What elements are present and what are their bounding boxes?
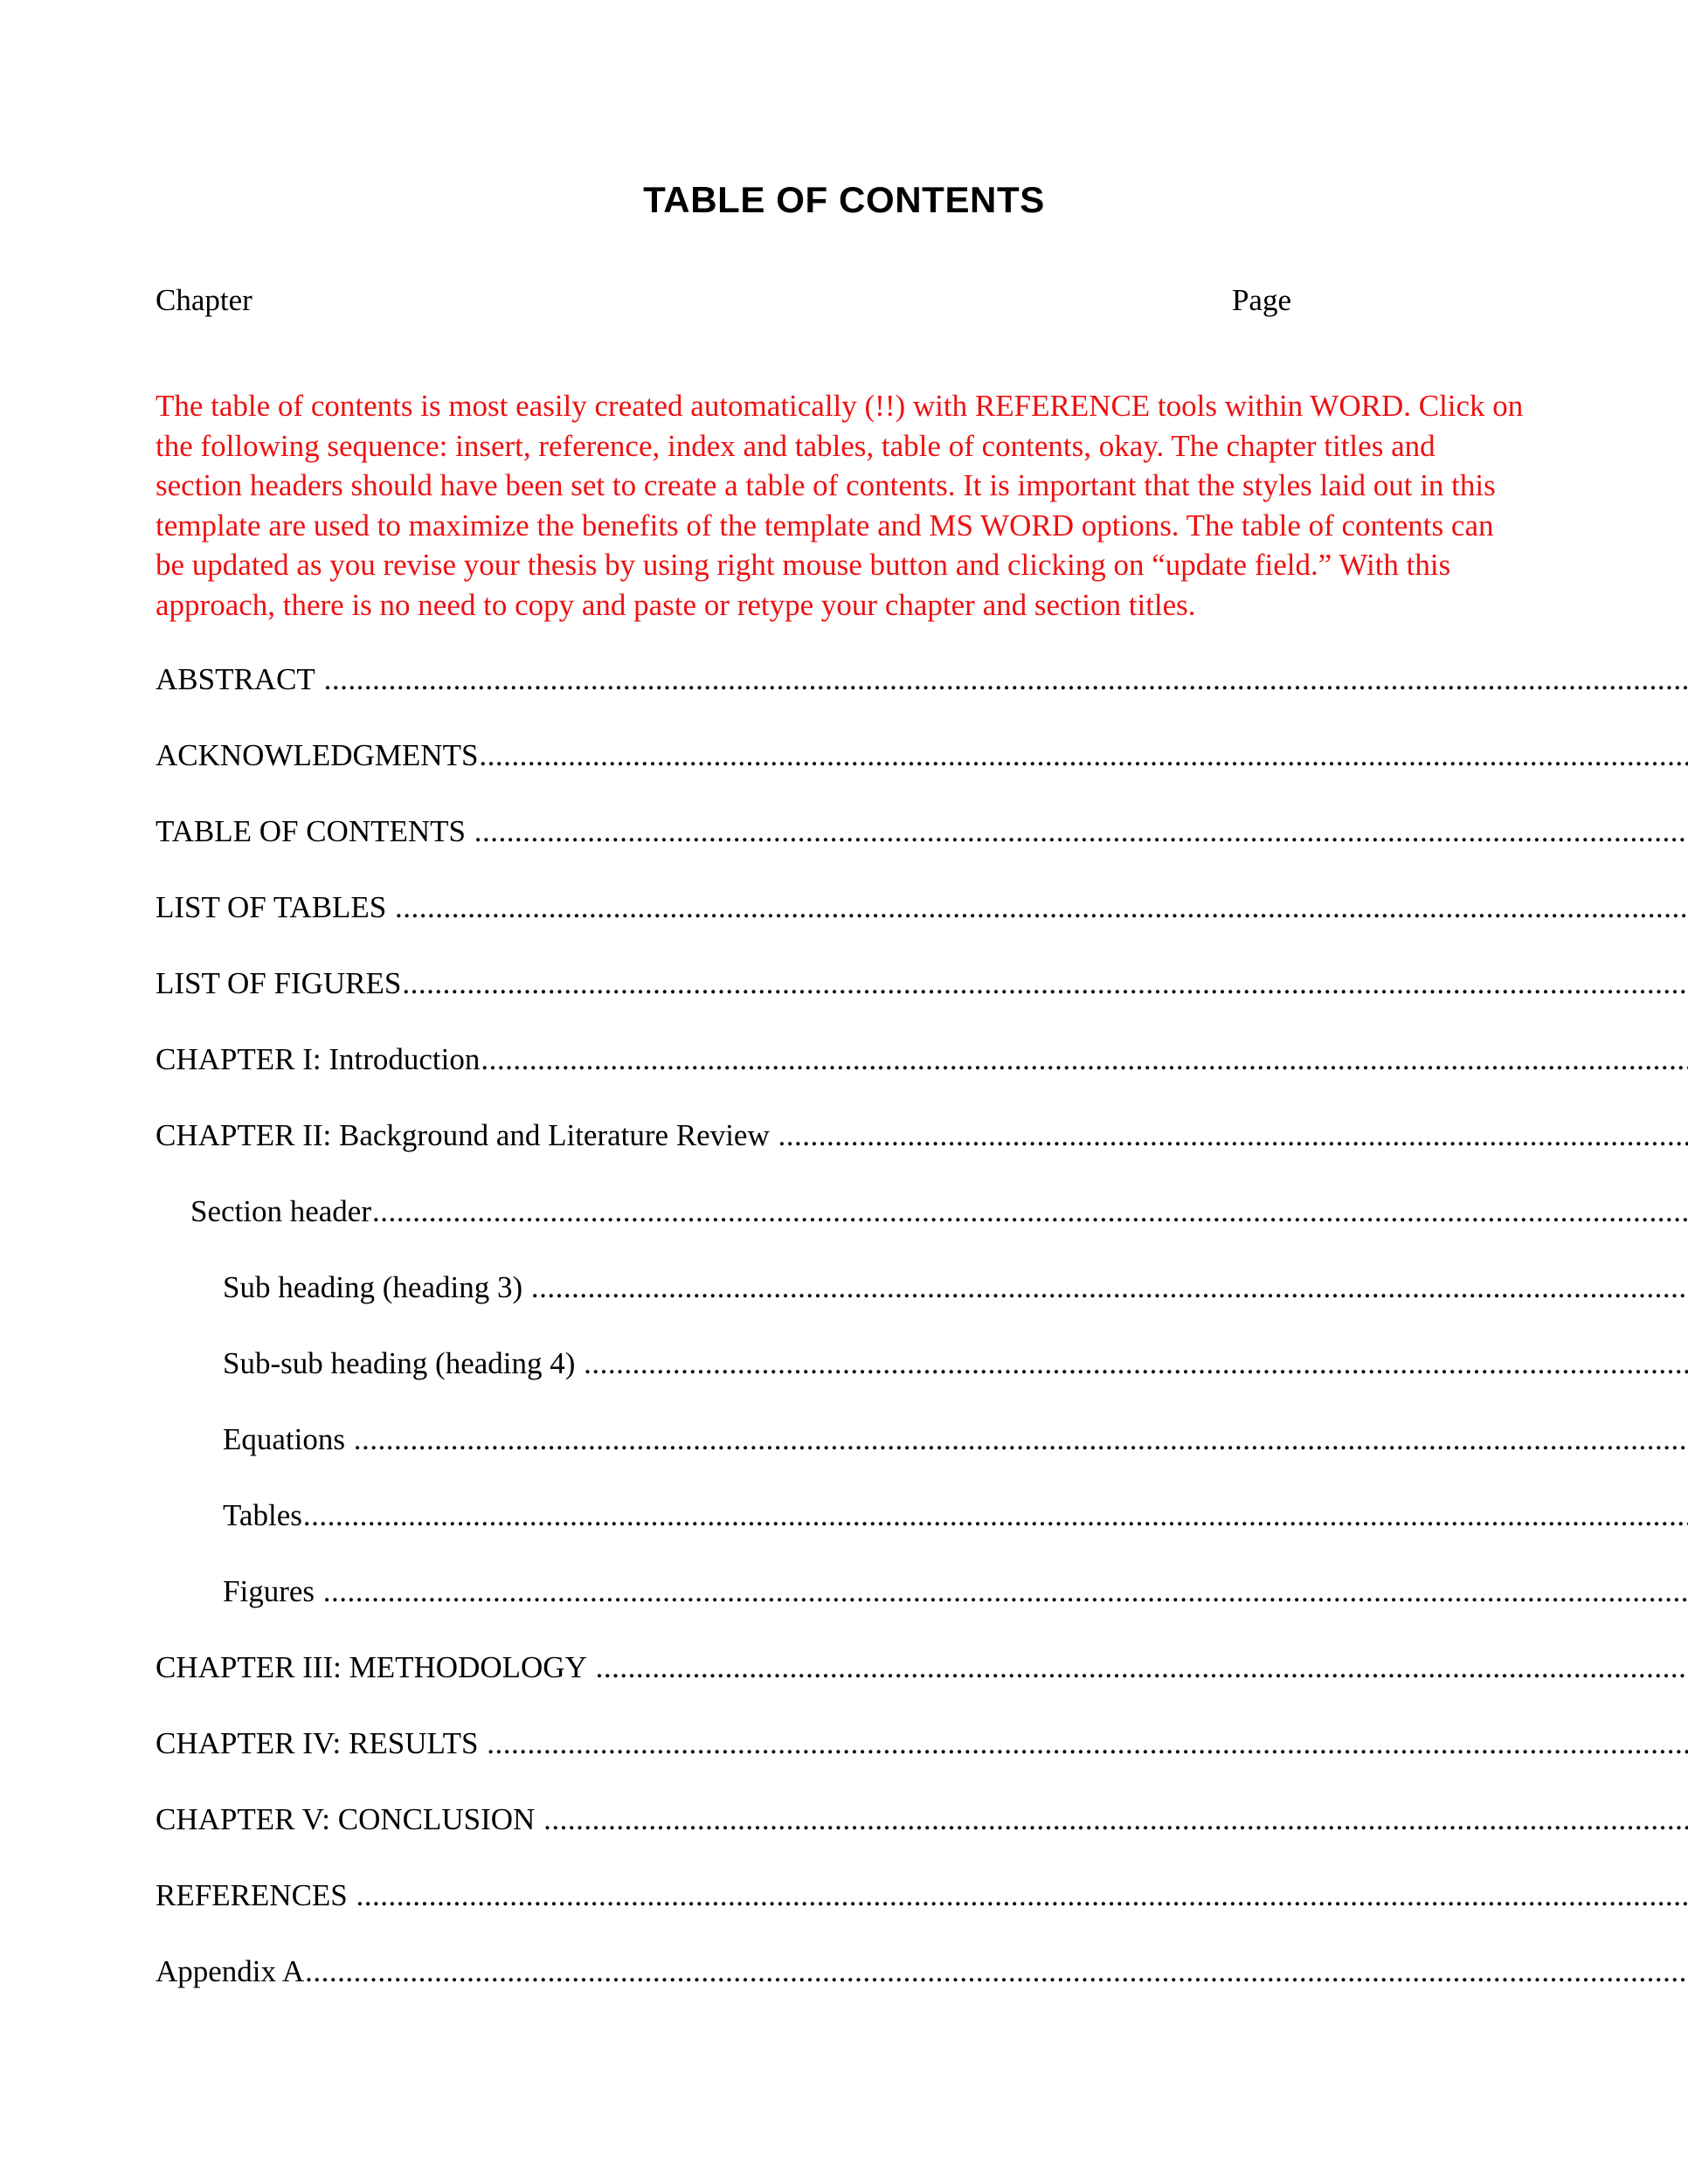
toc-leader-dots: ........................................… (302, 1498, 1688, 1532)
toc-entry[interactable]: REFERENCES .............................… (0, 1876, 1688, 1952)
toc-leader-dots: ........................................… (305, 1954, 1688, 1988)
toc-entry[interactable]: ACKNOWLEDGMENTS.........................… (0, 736, 1688, 812)
toc-entry[interactable]: Section header..........................… (0, 1192, 1688, 1268)
toc-leader-dots: ........................................… (481, 1042, 1688, 1076)
toc-leader-dots: ........................................… (543, 1802, 1688, 1836)
toc-entry-label: Sub-sub heading (heading 4) (223, 1346, 584, 1380)
toc-entry-label: Figures (223, 1574, 322, 1608)
toc-entry-label: LIST OF TABLES (156, 890, 395, 924)
toc-entry[interactable]: Figures ................................… (0, 1572, 1688, 1648)
toc-entry[interactable]: TABLE OF CONTENTS ......................… (0, 812, 1688, 888)
toc-leader-dots: ........................................… (487, 1726, 1688, 1760)
toc-entry-label: TABLE OF CONTENTS (156, 814, 474, 848)
toc-entry-label: Tables (223, 1498, 302, 1532)
toc-leader-dots: ........................................… (353, 1422, 1688, 1456)
toc-leader-dots: ........................................… (395, 890, 1688, 924)
toc-entry[interactable]: LIST OF FIGURES.........................… (0, 964, 1688, 1040)
toc-entry-label: LIST OF FIGURES (156, 966, 402, 1000)
toc-leader-dots: ........................................… (778, 1118, 1688, 1152)
toc-leader-dots: ........................................… (356, 1878, 1688, 1912)
page-title: TABLE OF CONTENTS (643, 179, 1045, 220)
document-page: TABLE OF CONTENTS Chapter Page The table… (0, 0, 1688, 2184)
column-header-page: Page (1231, 283, 1291, 317)
toc-entry-label: CHAPTER I: Introduction (156, 1042, 481, 1076)
toc-entry[interactable]: CHAPTER III: METHODOLOGY ...............… (0, 1648, 1688, 1724)
toc-entry[interactable]: Appendix A..............................… (0, 1952, 1688, 2028)
toc-entry[interactable]: LIST OF TABLES .........................… (0, 888, 1688, 964)
toc-entry[interactable]: ABSTRACT ...............................… (0, 660, 1688, 736)
toc-entry[interactable]: CHAPTER IV: RESULTS ....................… (0, 1724, 1688, 1800)
toc-column-headers: Chapter Page (156, 281, 1291, 320)
toc-entry-label: ACKNOWLEDGMENTS (156, 738, 479, 772)
toc-entry-label: ABSTRACT (156, 662, 323, 696)
toc-entry-label: REFERENCES (156, 1878, 356, 1912)
toc-entry-label: Sub heading (heading 3) (223, 1270, 530, 1304)
toc-entry[interactable]: Sub-sub heading (heading 4) ............… (0, 1344, 1688, 1420)
toc-entry-label: CHAPTER V: CONCLUSION (156, 1802, 543, 1836)
toc-leader-dots: ........................................… (595, 1650, 1688, 1684)
toc-entry-label: CHAPTER II: Background and Literature Re… (156, 1118, 778, 1152)
toc-entry-label: Equations (223, 1422, 353, 1456)
toc-leader-dots: ........................................… (584, 1346, 1688, 1380)
instruction-note: The table of contents is most easily cre… (156, 389, 1524, 622)
toc-entry[interactable]: Equations ..............................… (0, 1420, 1688, 1496)
toc-leader-dots: ........................................… (372, 1194, 1688, 1228)
column-header-chapter: Chapter (156, 283, 253, 317)
toc-entry-label: CHAPTER III: METHODOLOGY (156, 1650, 595, 1684)
toc-entry-label: Appendix A (156, 1954, 305, 1988)
toc-entry-label: Section header (190, 1194, 371, 1228)
toc-leader-dots: ........................................… (402, 966, 1688, 1000)
toc-entry-label: CHAPTER IV: RESULTS (156, 1726, 487, 1760)
toc-entry[interactable]: CHAPTER V: CONCLUSION ..................… (0, 1800, 1688, 1876)
toc-entry[interactable]: Sub heading (heading 3) ................… (0, 1268, 1688, 1344)
toc-leader-dots: ........................................… (530, 1270, 1688, 1304)
toc-entry[interactable]: CHAPTER I: Introduction.................… (0, 1040, 1688, 1116)
toc-entry[interactable]: Tables..................................… (0, 1496, 1688, 1572)
toc-leader-dots: ........................................… (479, 738, 1688, 772)
toc-leader-dots: ........................................… (474, 814, 1688, 848)
toc-leader-dots: ........................................… (323, 662, 1688, 696)
toc-entry[interactable]: CHAPTER II: Background and Literature Re… (0, 1116, 1688, 1192)
table-of-contents-list: ABSTRACT ...............................… (0, 660, 1688, 2028)
toc-leader-dots: ........................................… (322, 1574, 1688, 1608)
